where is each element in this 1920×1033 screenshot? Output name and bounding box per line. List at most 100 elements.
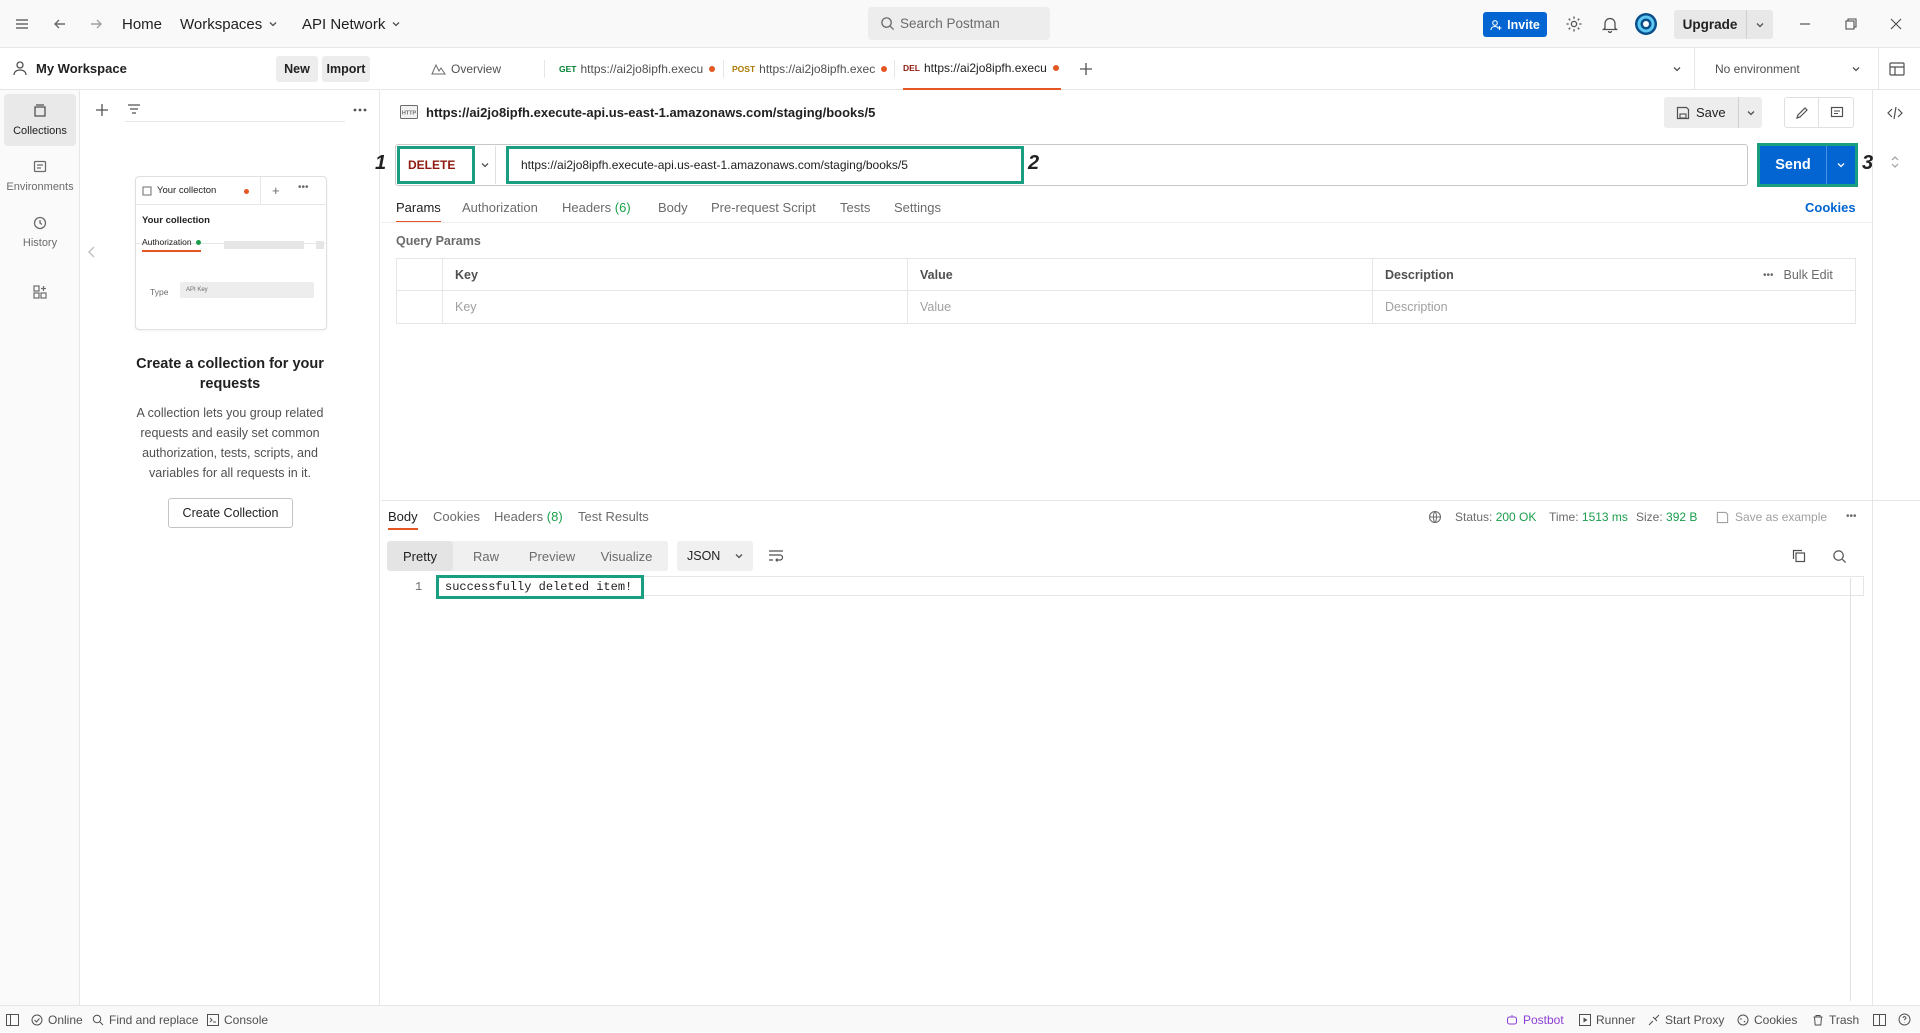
forward-arrow-icon[interactable] bbox=[88, 0, 104, 48]
console-button[interactable]: Console bbox=[207, 1006, 268, 1033]
format-selector[interactable]: JSON bbox=[677, 541, 753, 571]
menu-icon[interactable] bbox=[14, 0, 30, 48]
upgrade-button[interactable]: Upgrade bbox=[1674, 10, 1773, 39]
nav-api-network[interactable]: API Network bbox=[302, 0, 401, 48]
sidebar-item-environments[interactable]: Environments bbox=[4, 150, 76, 202]
save-main[interactable]: Save bbox=[1664, 105, 1738, 120]
environment-quick-look-icon[interactable] bbox=[1887, 60, 1907, 78]
help-icon[interactable] bbox=[1898, 1006, 1911, 1033]
response-tab-headers[interactable]: Headers (8) bbox=[494, 509, 563, 524]
bulk-edit-link[interactable]: Bulk Edit bbox=[1784, 268, 1833, 282]
nav-workspaces[interactable]: Workspaces bbox=[180, 0, 278, 48]
online-status[interactable]: Online bbox=[31, 1006, 83, 1033]
save-icon bbox=[1716, 511, 1729, 523]
scrollbar[interactable] bbox=[1850, 578, 1851, 1001]
back-arrow-icon[interactable] bbox=[52, 0, 68, 48]
request-title-text[interactable]: https://ai2jo8ipfh.execute-api.us-east-1… bbox=[426, 105, 875, 120]
trash-button[interactable]: Trash bbox=[1812, 1006, 1859, 1033]
invite-button[interactable]: Invite bbox=[1483, 12, 1547, 37]
tab-delete-request[interactable]: DEL https://ai2jo8ipfh.execu bbox=[903, 48, 1061, 90]
sidebar-item-label: Collections bbox=[13, 125, 67, 137]
tab-authorization[interactable]: Authorization bbox=[462, 200, 538, 215]
chevron-down-icon[interactable] bbox=[1738, 97, 1762, 128]
tab-headers[interactable]: Headers (6) bbox=[562, 200, 631, 215]
cookies-link[interactable]: Cookies bbox=[1805, 200, 1856, 215]
sidebar-item-collections[interactable]: Collections bbox=[4, 94, 76, 146]
tab-get-request[interactable]: GET https://ai2jo8ipfh.execu bbox=[559, 48, 717, 90]
code-icon[interactable] bbox=[1885, 103, 1905, 123]
close-icon[interactable] bbox=[1886, 14, 1906, 34]
new-button[interactable]: New bbox=[276, 56, 318, 82]
search-icon[interactable] bbox=[1829, 547, 1849, 565]
console-icon bbox=[207, 1013, 219, 1026]
avatar[interactable] bbox=[1634, 12, 1658, 36]
value-input[interactable]: Value bbox=[907, 291, 1372, 323]
environment-selector[interactable]: No environment bbox=[1715, 48, 1835, 90]
workspace-name[interactable]: My Workspace bbox=[36, 61, 127, 76]
collapse-icon[interactable] bbox=[1886, 153, 1904, 171]
response-tab-cookies[interactable]: Cookies bbox=[433, 509, 480, 524]
more-options-icon[interactable]: ••• bbox=[1763, 270, 1774, 281]
start-proxy-button[interactable]: Start Proxy bbox=[1648, 1006, 1724, 1033]
globe-icon[interactable] bbox=[1427, 509, 1445, 525]
chevron-down-icon[interactable] bbox=[1746, 10, 1773, 39]
settings-icon[interactable] bbox=[1564, 14, 1584, 34]
tab-pre-request-script[interactable]: Pre-request Script bbox=[711, 200, 816, 215]
chevron-left-icon[interactable] bbox=[84, 242, 100, 262]
tab-params[interactable]: Params bbox=[396, 200, 441, 223]
key-input[interactable]: Key bbox=[442, 291, 904, 323]
response-body-text[interactable]: successfully deleted item! bbox=[436, 575, 644, 599]
view-visualize[interactable]: Visualize bbox=[585, 541, 668, 571]
minimize-icon[interactable] bbox=[1795, 14, 1815, 34]
chevron-down-icon[interactable] bbox=[1668, 60, 1686, 78]
comment-icon[interactable] bbox=[1820, 98, 1854, 127]
chevron-down-icon[interactable] bbox=[1847, 60, 1865, 78]
toggle-sidebar-icon[interactable] bbox=[6, 1006, 19, 1033]
add-icon[interactable] bbox=[92, 100, 112, 120]
copy-icon[interactable] bbox=[1789, 547, 1809, 565]
new-tab-icon[interactable] bbox=[1077, 60, 1095, 78]
more-options-icon[interactable] bbox=[350, 100, 370, 120]
response-time[interactable]: Time: 1513 ms bbox=[1549, 510, 1628, 524]
search-input[interactable]: Search Postman bbox=[868, 7, 1050, 40]
tab-overview[interactable]: Overview bbox=[431, 48, 521, 90]
chevron-down-icon[interactable] bbox=[474, 146, 496, 184]
pencil-icon[interactable] bbox=[1785, 98, 1819, 127]
response-size[interactable]: Size: 392 B bbox=[1636, 510, 1697, 524]
tab-post-request[interactable]: POST https://ai2jo8ipfh.exec bbox=[732, 48, 890, 90]
url-input[interactable]: https://ai2jo8ipfh.execute-api.us-east-1… bbox=[506, 146, 1024, 184]
method-selector[interactable]: DELETE bbox=[397, 146, 475, 184]
trash-icon bbox=[1813, 1014, 1823, 1025]
response-divider[interactable] bbox=[381, 500, 1920, 501]
view-raw[interactable]: Raw bbox=[453, 541, 519, 571]
import-button[interactable]: Import bbox=[322, 56, 370, 82]
find-replace-button[interactable]: Find and replace bbox=[92, 1006, 198, 1033]
nav-home[interactable]: Home bbox=[122, 0, 162, 48]
create-collection-button[interactable]: Create Collection bbox=[168, 498, 293, 528]
wrap-lines-icon[interactable] bbox=[766, 547, 786, 565]
chevron-down-icon[interactable] bbox=[1826, 146, 1855, 184]
postbot-button[interactable]: Postbot bbox=[1506, 1006, 1564, 1033]
response-tab-test-results[interactable]: Test Results bbox=[578, 509, 649, 524]
cookies-button[interactable]: Cookies bbox=[1737, 1006, 1797, 1033]
more-options-icon[interactable]: ••• bbox=[1846, 511, 1857, 522]
description-input[interactable]: Description bbox=[1372, 291, 1855, 323]
restore-icon[interactable] bbox=[1841, 14, 1861, 34]
view-pretty[interactable]: Pretty bbox=[387, 541, 453, 571]
sidebar-item-history[interactable]: History bbox=[4, 206, 76, 258]
save-as-example-button[interactable]: Save as example bbox=[1716, 510, 1827, 524]
response-tab-body[interactable]: Body bbox=[388, 509, 418, 530]
tab-body[interactable]: Body bbox=[658, 200, 688, 215]
bell-icon[interactable] bbox=[1600, 14, 1620, 34]
filter-input[interactable] bbox=[125, 100, 345, 122]
tab-tests[interactable]: Tests bbox=[840, 200, 870, 215]
top-bar: Home Workspaces API Network Search Postm… bbox=[0, 0, 1920, 48]
response-status[interactable]: Status: 200 OK bbox=[1455, 510, 1536, 524]
save-button[interactable]: Save bbox=[1664, 97, 1762, 128]
configure-sidebar-icon[interactable] bbox=[30, 282, 50, 302]
tab-settings[interactable]: Settings bbox=[894, 200, 941, 215]
runner-button[interactable]: Runner bbox=[1579, 1006, 1635, 1033]
view-preview[interactable]: Preview bbox=[519, 541, 585, 571]
two-pane-icon[interactable] bbox=[1873, 1006, 1886, 1033]
send-button[interactable]: Send bbox=[1760, 146, 1855, 184]
